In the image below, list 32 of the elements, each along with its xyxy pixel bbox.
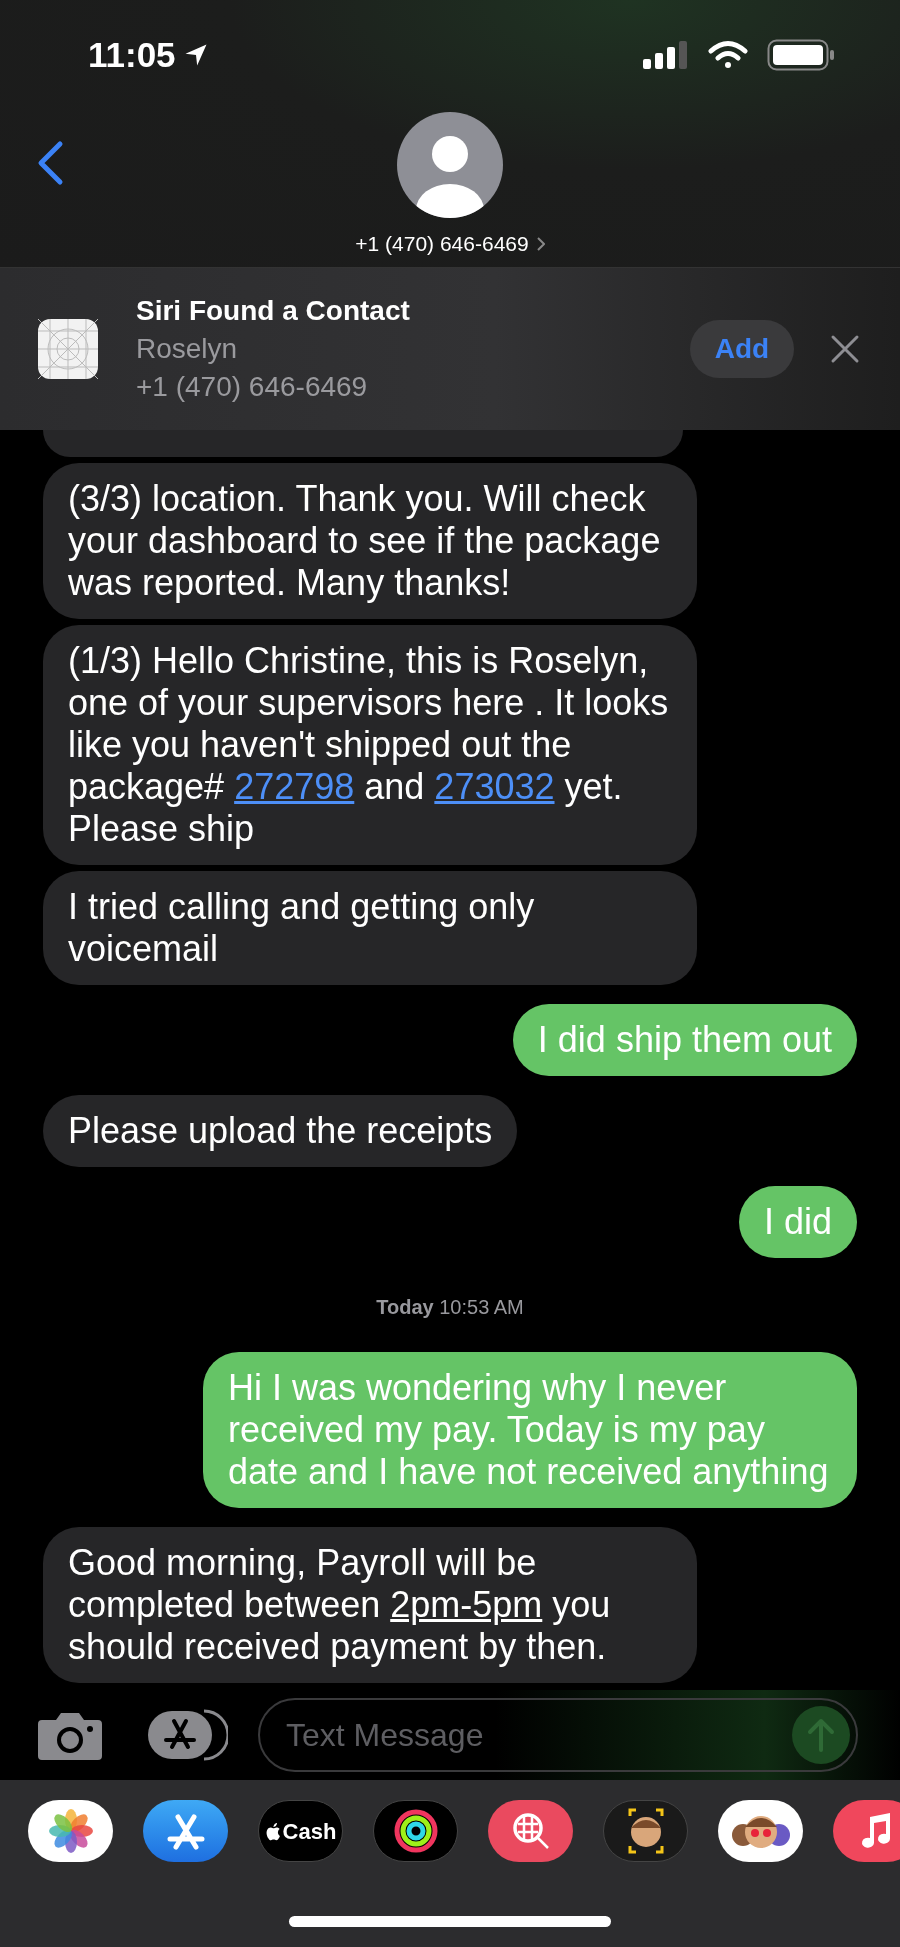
received-message: Good morning, Payroll will be completed between 2pm-5pm you should received payment by then. <box>43 1527 697 1683</box>
contact-card-icon <box>38 319 98 379</box>
app-store-icon[interactable] <box>148 1709 228 1761</box>
chevron-right-icon <box>536 236 545 251</box>
timestamp: Today 10:53 AM <box>376 1295 524 1320</box>
received-message: (3/3) location. Thank you. Will check your dashboard to see if the package was reported. Many thanks! <box>43 463 697 619</box>
contact-name-link[interactable]: +1 (470) 646-6469 <box>355 228 545 260</box>
apple-logo-icon <box>264 1821 281 1841</box>
suggested-phone: +1 (470) 646-6469 <box>136 370 369 404</box>
date-link[interactable]: 2pm-5pm <box>390 1584 543 1625</box>
clock-time: 11:05 <box>88 33 176 76</box>
back-icon[interactable] <box>36 140 64 186</box>
banner-title: Siri Found a Contact <box>136 294 411 328</box>
received-message: (1/3) Hello Christine, this is Roselyn, one of your supervisors here . It looks like you haven't shipped out the package# 272798 and 273032 yet. Please ship <box>43 625 697 865</box>
sent-message: I did ship them out <box>512 1004 857 1076</box>
sent-message: I did <box>738 1186 857 1258</box>
camera-icon[interactable] <box>38 1710 102 1760</box>
received-message: Please upload the receipts <box>43 1095 518 1167</box>
suggested-name: Roselyn <box>136 332 239 366</box>
wifi-icon <box>707 40 749 70</box>
apple-cash-button[interactable]: Cash <box>258 1800 343 1862</box>
battery-icon <box>767 39 835 71</box>
contact-avatar-icon[interactable] <box>397 112 503 218</box>
message-input-field[interactable]: Text Message <box>258 1698 858 1772</box>
link[interactable]: 273032 <box>434 766 555 807</box>
link[interactable]: 272798 <box>234 766 355 807</box>
received-message: I tried calling and getting only voicemail <box>43 871 697 985</box>
send-icon[interactable] <box>792 1706 850 1764</box>
close-icon[interactable] <box>830 334 860 364</box>
signal-icon <box>643 41 689 69</box>
music-app-icon[interactable] <box>833 1800 900 1862</box>
sent-message: Hi I was wondering why I never received my pay. Today is my pay date and I have not received anything <box>203 1352 857 1508</box>
